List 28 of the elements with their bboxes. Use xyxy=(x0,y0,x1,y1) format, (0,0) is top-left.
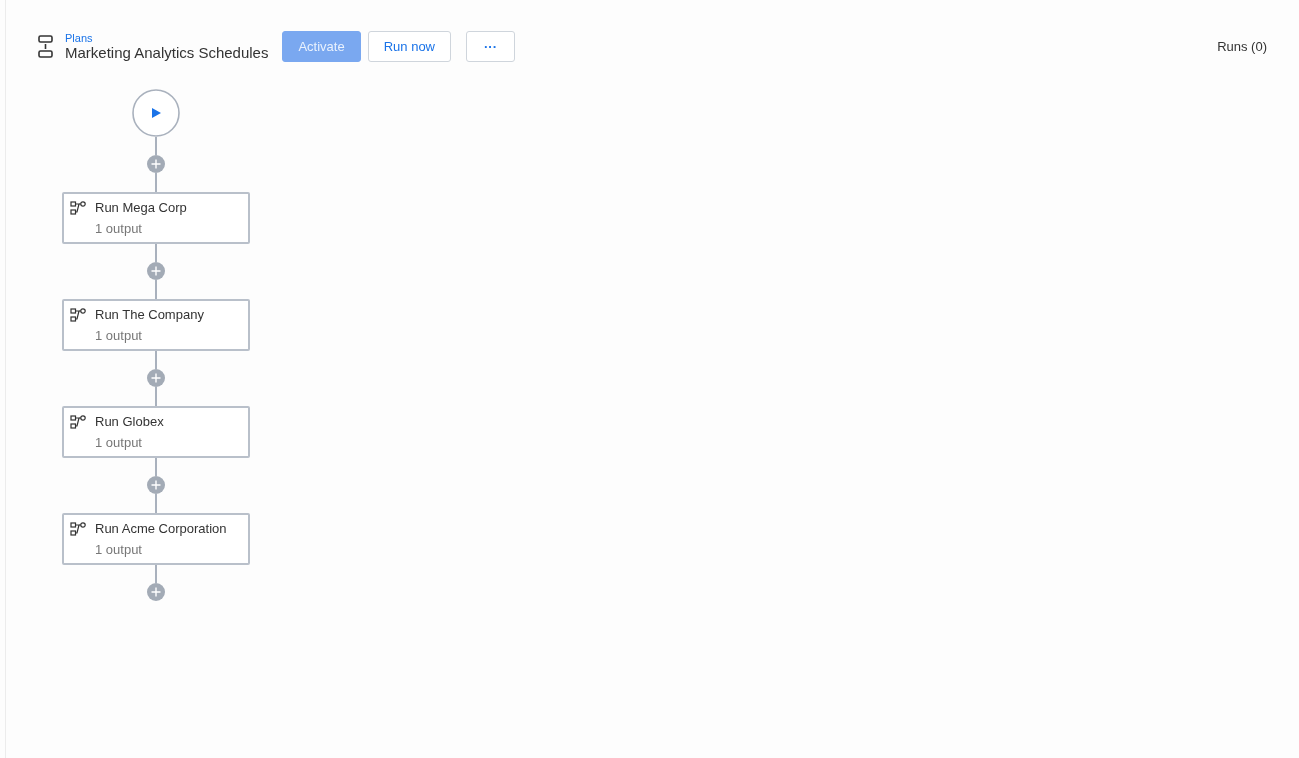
start-node[interactable] xyxy=(132,89,180,137)
workflow-icon xyxy=(70,521,87,536)
breadcrumb-link[interactable]: Plans xyxy=(65,31,269,44)
more-button[interactable]: ··· xyxy=(466,31,515,62)
step-title: Run Globex xyxy=(95,414,164,429)
step-card[interactable]: Run The Company 1 output xyxy=(62,299,250,351)
plan-title: Marketing Analytics Schedules xyxy=(65,43,269,62)
step-card[interactable]: Run Acme Corporation 1 output xyxy=(62,513,250,565)
step-title: Run Acme Corporation xyxy=(95,521,227,536)
add-step-icon[interactable] xyxy=(147,155,165,173)
workflow-icon xyxy=(70,307,87,322)
workflow-icon xyxy=(70,200,87,215)
add-step-icon[interactable] xyxy=(147,369,165,387)
step-output-count: 1 output xyxy=(95,328,143,343)
step-title: Run Mega Corp xyxy=(95,200,187,215)
run-now-button[interactable]: Run now xyxy=(367,31,451,62)
workflow-icon xyxy=(70,414,87,429)
plan-icon xyxy=(38,34,53,59)
runs-link[interactable]: Runs (0) xyxy=(1217,39,1267,54)
add-step-icon[interactable] xyxy=(147,262,165,280)
add-step-icon[interactable] xyxy=(147,583,165,601)
step-output-count: 1 output xyxy=(95,221,143,236)
step-card[interactable]: Run Globex 1 output xyxy=(62,406,250,458)
step-output-count: 1 output xyxy=(95,542,143,557)
step-output-count: 1 output xyxy=(95,435,143,450)
step-card[interactable]: Run Mega Corp 1 output xyxy=(62,192,250,244)
add-step-icon[interactable] xyxy=(147,476,165,494)
step-title: Run The Company xyxy=(95,307,204,322)
